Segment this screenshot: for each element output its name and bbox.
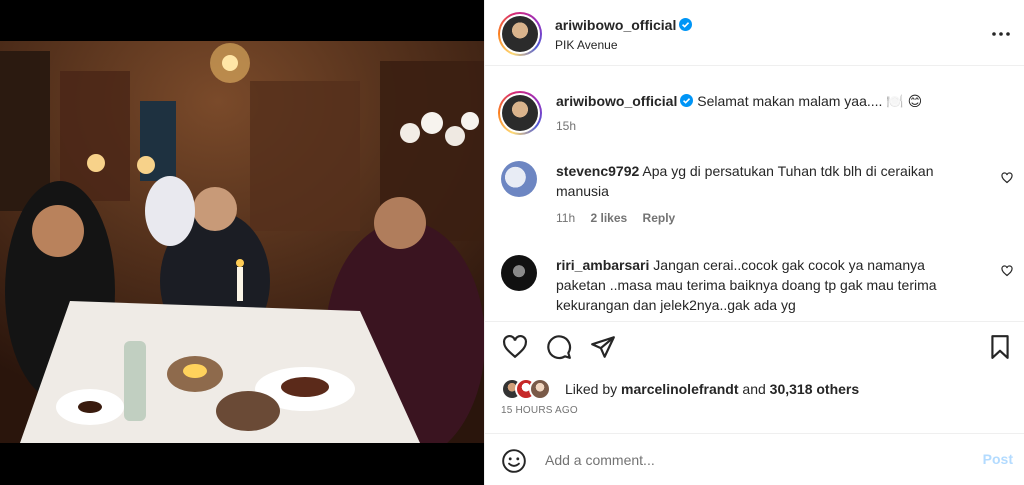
post-header: ariwibowo_official PIK Avenue [485, 0, 1024, 66]
post-actions [485, 322, 1024, 372]
post-comment-button[interactable]: Post [983, 451, 1013, 467]
heart-icon[interactable] [1001, 172, 1013, 184]
comment-age[interactable]: 11h [556, 211, 575, 225]
caption-age[interactable]: 15h [556, 119, 576, 133]
comment-input[interactable] [545, 448, 965, 472]
liker-avatar[interactable] [529, 378, 551, 400]
bookmark-icon[interactable] [987, 334, 1013, 360]
author-username[interactable]: ariwibowo_official [555, 17, 676, 33]
paper-plane-icon[interactable] [590, 334, 616, 360]
likes-others-count[interactable]: 30,318 others [770, 381, 860, 397]
caption-username[interactable]: ariwibowo_official [556, 93, 677, 109]
post-location[interactable]: PIK Avenue [555, 38, 618, 52]
caption-avatar[interactable] [498, 91, 542, 135]
more-horizontal-icon[interactable] [989, 22, 1013, 46]
commenter-avatar[interactable] [501, 161, 537, 197]
liked-and-label: and [742, 381, 766, 397]
smiley-icon[interactable] [501, 448, 527, 474]
verified-badge-icon [679, 18, 693, 31]
post-side-panel: ariwibowo_official PIK Avenue ariwibowo_… [484, 0, 1024, 485]
dinner-photo-illustration [0, 41, 484, 443]
liked-by-label: Liked by [565, 381, 618, 397]
author-avatar[interactable] [498, 12, 542, 56]
comment-bubble-icon[interactable] [546, 334, 572, 360]
comment-username[interactable]: stevenc9792 [556, 163, 639, 179]
comment-likes[interactable]: 2 likes [590, 211, 627, 225]
reply-button[interactable]: Reply [643, 211, 676, 225]
heart-icon[interactable] [502, 334, 528, 360]
caption-text: Selamat makan malam yaa.... 🍽️ 😊 [697, 93, 923, 109]
add-comment-bar: Post [485, 433, 1024, 485]
photo-pane [0, 0, 484, 485]
commenter-avatar[interactable] [501, 255, 537, 291]
verified-badge-icon [680, 94, 694, 107]
comments-section[interactable]: ariwibowo_official Selamat makan malam y… [485, 66, 1024, 322]
comment-username[interactable]: riri_ambarsari [556, 257, 649, 273]
heart-icon[interactable] [1001, 265, 1013, 277]
post-photo[interactable] [0, 41, 484, 443]
post-timestamp[interactable]: 15 HOURS AGO [501, 405, 578, 416]
liker-username[interactable]: marcelinolefrandt [621, 381, 738, 397]
